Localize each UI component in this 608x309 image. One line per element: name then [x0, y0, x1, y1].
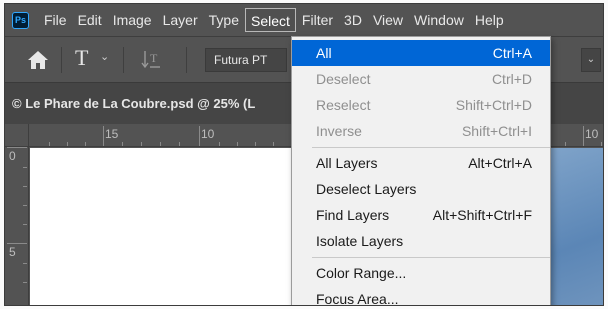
options-divider: [186, 47, 187, 73]
menu-item-label: Isolate Layers: [316, 233, 404, 249]
menu-item-label: Focus Area...: [316, 291, 399, 306]
ruler-tick: [23, 167, 27, 168]
canvas-image-sky: [548, 148, 603, 305]
ruler-corner: [5, 124, 29, 147]
ruler-tick: [199, 126, 200, 146]
ruler-tick: [103, 126, 104, 146]
ruler-tick: [219, 142, 220, 146]
menu-layer[interactable]: Layer: [158, 8, 203, 32]
photoshop-logo-icon[interactable]: Ps: [12, 11, 29, 29]
ruler-tick: [141, 142, 142, 146]
ruler-tick: [565, 142, 566, 146]
menu-help[interactable]: Help: [470, 8, 509, 32]
ruler-tick: [583, 126, 584, 146]
ruler-tick: [273, 142, 274, 146]
ruler-label: 10: [201, 127, 215, 141]
menu-item-all-layers[interactable]: All Layers Alt+Ctrl+A: [292, 150, 550, 176]
menu-image[interactable]: Image: [108, 8, 157, 32]
menu-file[interactable]: File: [39, 8, 72, 32]
menu-item-shortcut: Shift+Ctrl+D: [455, 97, 532, 113]
document-tab-title[interactable]: © Le Phare de La Coubre.psd @ 25% (L: [12, 96, 255, 111]
menu-item-shortcut: Ctrl+D: [491, 71, 532, 87]
type-tool-icon[interactable]: T: [75, 45, 88, 71]
menu-item-label: Deselect Layers: [316, 181, 417, 197]
ruler-tick: [7, 147, 27, 148]
menu-item-shortcut: Alt+Ctrl+A: [468, 155, 532, 171]
ruler-label: 15: [105, 127, 119, 141]
menu-item-find-layers[interactable]: Find Layers Alt+Shift+Ctrl+F: [292, 202, 550, 228]
svg-text:T: T: [150, 51, 158, 65]
vertical-ruler[interactable]: 0 5: [5, 147, 29, 305]
menu-item-shortcut: Shift+Ctrl+I: [461, 123, 532, 139]
ruler-tick: [23, 282, 27, 283]
menu-bar: Ps File Edit Image Layer Type Select Fil…: [5, 4, 603, 36]
options-divider: [61, 47, 62, 73]
photoshop-window: Ps File Edit Image Layer Type Select Fil…: [4, 3, 604, 306]
home-icon[interactable]: [27, 50, 49, 70]
ruler-tick: [23, 263, 27, 264]
menu-edit[interactable]: Edit: [73, 8, 107, 32]
font-family-field[interactable]: Futura PT: [205, 48, 287, 72]
ruler-tick: [160, 142, 161, 146]
tool-preset-chevron-down-icon[interactable]: ⌄: [100, 50, 109, 63]
menu-item-label: Color Range...: [316, 265, 407, 281]
menu-item-label: Inverse: [316, 123, 362, 139]
menu-item-focus-area[interactable]: Focus Area...: [292, 286, 550, 306]
menu-view[interactable]: View: [368, 8, 408, 32]
ruler-tick: [23, 186, 27, 187]
menu-separator: [312, 257, 550, 258]
ruler-tick: [7, 243, 27, 244]
menu-select[interactable]: Select: [245, 8, 296, 32]
menu-item-reselect[interactable]: Reselect Shift+Ctrl+D: [292, 92, 550, 118]
menu-item-deselect[interactable]: Deselect Ctrl+D: [292, 66, 550, 92]
menu-item-deselect-layers[interactable]: Deselect Layers: [292, 176, 550, 202]
menu-item-inverse[interactable]: Inverse Shift+Ctrl+I: [292, 118, 550, 144]
ruler-tick: [23, 205, 27, 206]
menu-item-isolate-layers[interactable]: Isolate Layers: [292, 228, 550, 254]
menu-3d[interactable]: 3D: [339, 8, 367, 32]
menu-window[interactable]: Window: [409, 8, 469, 32]
ruler-tick: [49, 142, 50, 146]
ruler-label: 5: [9, 245, 16, 259]
chevron-down-icon[interactable]: ⌄: [581, 48, 601, 72]
ruler-tick: [23, 224, 27, 225]
menu-item-label: Deselect: [316, 71, 371, 87]
menu-item-label: Reselect: [316, 97, 371, 113]
menu-separator: [312, 147, 550, 148]
ruler-tick: [122, 142, 123, 146]
menu-item-color-range[interactable]: Color Range...: [292, 260, 550, 286]
options-divider: [123, 47, 124, 73]
ruler-tick: [85, 142, 86, 146]
ruler-tick: [255, 142, 256, 146]
ruler-tick: [179, 142, 180, 146]
menu-item-label: All: [316, 45, 332, 61]
menu-item-shortcut: Alt+Shift+Ctrl+F: [432, 207, 532, 223]
menu-item-label: All Layers: [316, 155, 378, 171]
ruler-tick: [67, 142, 68, 146]
menu-filter[interactable]: Filter: [297, 8, 338, 32]
menu-type[interactable]: Type: [204, 8, 244, 32]
menu-item-shortcut: Ctrl+A: [492, 45, 532, 61]
menu-item-all[interactable]: All Ctrl+A: [292, 40, 550, 66]
ruler-label: 10: [585, 127, 599, 141]
toggle-text-orientation-icon[interactable]: T: [140, 48, 162, 70]
ruler-tick: [237, 142, 238, 146]
menu-item-label: Find Layers: [316, 207, 390, 223]
select-menu-dropdown: All Ctrl+A Deselect Ctrl+D Reselect Shif…: [291, 36, 551, 306]
ruler-label: 0: [9, 149, 16, 163]
ruler-tick: [601, 142, 602, 146]
